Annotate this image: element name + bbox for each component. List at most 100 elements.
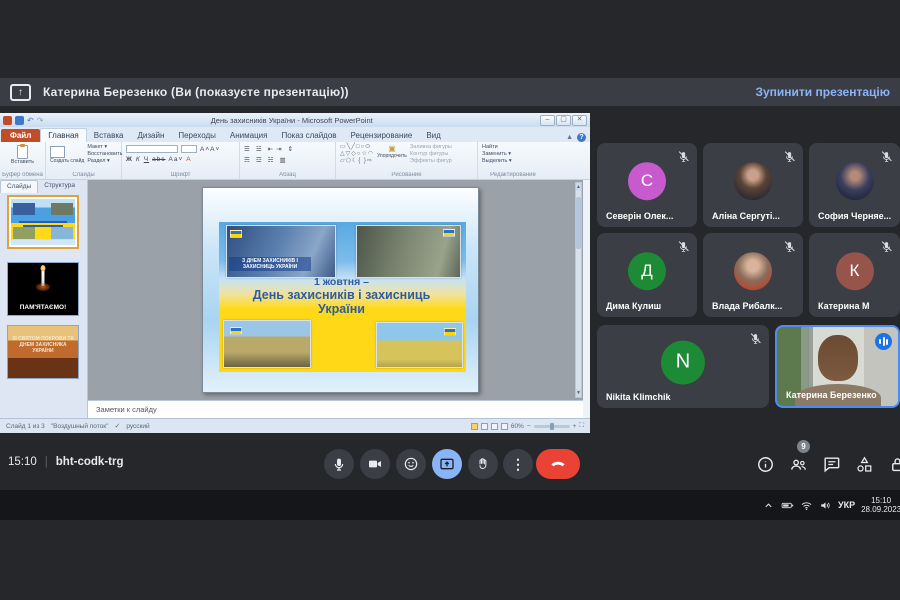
undo-icon[interactable]: ↶ — [27, 116, 34, 125]
bullet-list-icon[interactable]: ☰ — [244, 145, 253, 153]
notes-pane[interactable]: Заметки к слайду — [88, 400, 583, 418]
arrange-button[interactable]: Упорядочить — [377, 153, 407, 160]
editor-scrollbar[interactable]: ▲ ▼ — [575, 182, 582, 398]
spellcheck-icon[interactable]: ✓ — [114, 422, 120, 430]
raise-hand-button[interactable] — [468, 449, 498, 479]
tab-transitions[interactable]: Переходы — [171, 129, 223, 142]
indent-icons[interactable]: ⇤⇥ — [268, 145, 285, 153]
section-button[interactable]: Раздел ▾ — [87, 158, 122, 165]
zoom-slider[interactable] — [534, 425, 570, 428]
slide-photo-bottomright[interactable] — [376, 322, 463, 368]
font-color-button[interactable]: A — [186, 156, 191, 163]
volume-icon[interactable] — [819, 499, 832, 512]
underline-button[interactable]: Ч — [144, 156, 149, 163]
participant-tile-self-video[interactable]: Катерина Березенко — [775, 325, 900, 408]
pane-tab-slides[interactable]: Слайды — [0, 180, 38, 193]
reactions-button[interactable] — [396, 449, 426, 479]
help-icon[interactable]: ? — [577, 133, 586, 142]
tab-animations[interactable]: Анимация — [223, 129, 275, 142]
case-button[interactable]: Aa˅ — [169, 156, 184, 163]
paste-button[interactable]: Вставить — [4, 159, 41, 166]
participant-tile[interactable]: К Катерина М — [809, 233, 900, 317]
line-spacing-icon[interactable]: ⇕ — [288, 145, 296, 153]
align-left-icon[interactable]: ☴ — [244, 156, 253, 164]
select-button[interactable]: Выделить ▾ — [482, 158, 544, 165]
new-slide-button[interactable]: Создать слайд — [50, 158, 84, 165]
font-size-box[interactable] — [181, 145, 197, 153]
quick-access-toolbar[interactable]: ↶ ↷ — [3, 116, 43, 125]
align-center-icon[interactable]: ☲ — [256, 156, 265, 164]
font-name-box[interactable] — [126, 145, 178, 153]
paste-icon[interactable] — [17, 145, 28, 159]
italic-button[interactable]: К — [136, 156, 141, 163]
participant-tile[interactable]: С Северін Олек... — [597, 143, 697, 227]
mic-button[interactable] — [324, 449, 354, 479]
stop-presentation-button[interactable]: Зупинити презентацію — [755, 85, 890, 99]
camera-button[interactable] — [360, 449, 390, 479]
chat-panel-icon[interactable] — [822, 455, 841, 474]
slideshow-view-icon[interactable] — [501, 423, 508, 430]
scroll-up-arrow[interactable]: ▲ — [576, 183, 581, 191]
slide-thumbnail-1[interactable] — [7, 195, 79, 249]
language-indicator[interactable]: УКР — [838, 500, 855, 510]
shape-effects-button[interactable]: Эффекты фигур — [410, 158, 452, 165]
language-indicator[interactable]: русский — [126, 423, 149, 430]
zoom-slider-thumb[interactable] — [550, 423, 554, 430]
columns-icon[interactable]: ▥ — [279, 156, 288, 164]
tab-view[interactable]: Вид — [419, 129, 447, 142]
collapse-ribbon-icon[interactable]: ▲ — [566, 134, 573, 141]
minimize-button[interactable]: – — [540, 115, 555, 126]
participant-tile[interactable]: Д Дима Кулиш — [597, 233, 697, 317]
meeting-details-icon[interactable] — [756, 455, 775, 474]
zoom-out-icon[interactable]: − — [527, 423, 531, 430]
network-icon[interactable] — [800, 499, 813, 512]
zoom-in-icon[interactable]: + — [573, 423, 577, 430]
tab-file[interactable]: Файл — [1, 129, 40, 142]
tab-design[interactable]: Дизайн — [130, 129, 171, 142]
host-controls-icon[interactable] — [888, 455, 900, 474]
slide-photo-bottomleft[interactable] — [223, 320, 311, 368]
strikethrough-button[interactable]: abc — [152, 156, 165, 163]
people-panel-icon[interactable] — [789, 455, 808, 474]
participant-tile[interactable]: Влада Рибалк... — [703, 233, 803, 317]
tray-chevron-icon[interactable] — [762, 499, 775, 512]
find-button[interactable]: Найти — [482, 144, 544, 151]
replace-button[interactable]: Заменить ▾ — [482, 151, 544, 158]
slide-canvas[interactable]: З ДНЕМ ЗАХИСНИКІВ І ЗАХИСНИЦЬ УКРАЇНИ 1 … — [202, 187, 479, 393]
bold-button[interactable]: Ж — [126, 156, 133, 163]
normal-view-icon[interactable] — [471, 423, 478, 430]
sorter-view-icon[interactable] — [481, 423, 488, 430]
fit-to-window-icon[interactable]: ⛶ — [579, 422, 584, 430]
tray-clock[interactable]: 15:10 28.09.2023 — [861, 496, 900, 514]
battery-icon[interactable] — [781, 499, 794, 512]
save-icon[interactable] — [15, 116, 24, 125]
participant-tile[interactable]: N Nikita Klimchik — [597, 325, 769, 408]
tab-insert[interactable]: Вставка — [87, 129, 131, 142]
participant-tile[interactable]: София Черняе... — [809, 143, 900, 227]
pane-tab-outline[interactable]: Структура — [38, 180, 81, 193]
present-button-active[interactable] — [432, 449, 462, 479]
align-right-icon[interactable]: ☵ — [268, 156, 277, 164]
redo-icon[interactable]: ↷ — [37, 116, 44, 125]
more-options-button[interactable]: ⋮ — [503, 449, 533, 479]
reading-view-icon[interactable] — [491, 423, 498, 430]
powerpoint-titlebar[interactable]: ↶ ↷ День захисників України - Microsoft … — [0, 113, 590, 127]
scroll-down-arrow[interactable]: ▼ — [576, 389, 581, 397]
grow-shrink-font-icons[interactable]: A˄A˅ — [200, 146, 220, 153]
slide-photo-topright[interactable] — [356, 225, 461, 278]
tab-slideshow[interactable]: Показ слайдов — [274, 129, 343, 142]
shape-fill-button[interactable]: Заливка фигуры — [410, 144, 452, 151]
slide-photo-topleft[interactable]: З ДНЕМ ЗАХИСНИКІВ І ЗАХИСНИЦЬ УКРАЇНИ — [226, 225, 336, 278]
new-slide-icon[interactable] — [50, 146, 65, 158]
end-call-button[interactable] — [536, 449, 580, 479]
activities-icon[interactable] — [855, 455, 874, 474]
numbered-list-icon[interactable]: ☱ — [256, 145, 265, 153]
reset-button[interactable]: Восстановить — [87, 151, 122, 158]
layout-button[interactable]: Макет ▾ — [87, 144, 122, 151]
slide-title[interactable]: 1 жовтня – День захисників і захисниць У… — [203, 276, 479, 316]
slide-thumbnail-3[interactable]: ЗІ СВЯТОМ ПОКРОВИ ТА ДНЕМ ЗАХИСНИКА УКРА… — [7, 325, 79, 379]
slide-thumbnail-2[interactable]: ПАМ'ЯТАЄМО! — [7, 262, 79, 316]
maximize-button[interactable]: ▢ — [556, 115, 571, 126]
shape-outline-button[interactable]: Контур фигуры — [410, 151, 452, 158]
shapes-gallery[interactable]: ▭╲╱□○⬭△▽◇○☆◠▱⬠☾{ }⇨ — [340, 144, 374, 165]
